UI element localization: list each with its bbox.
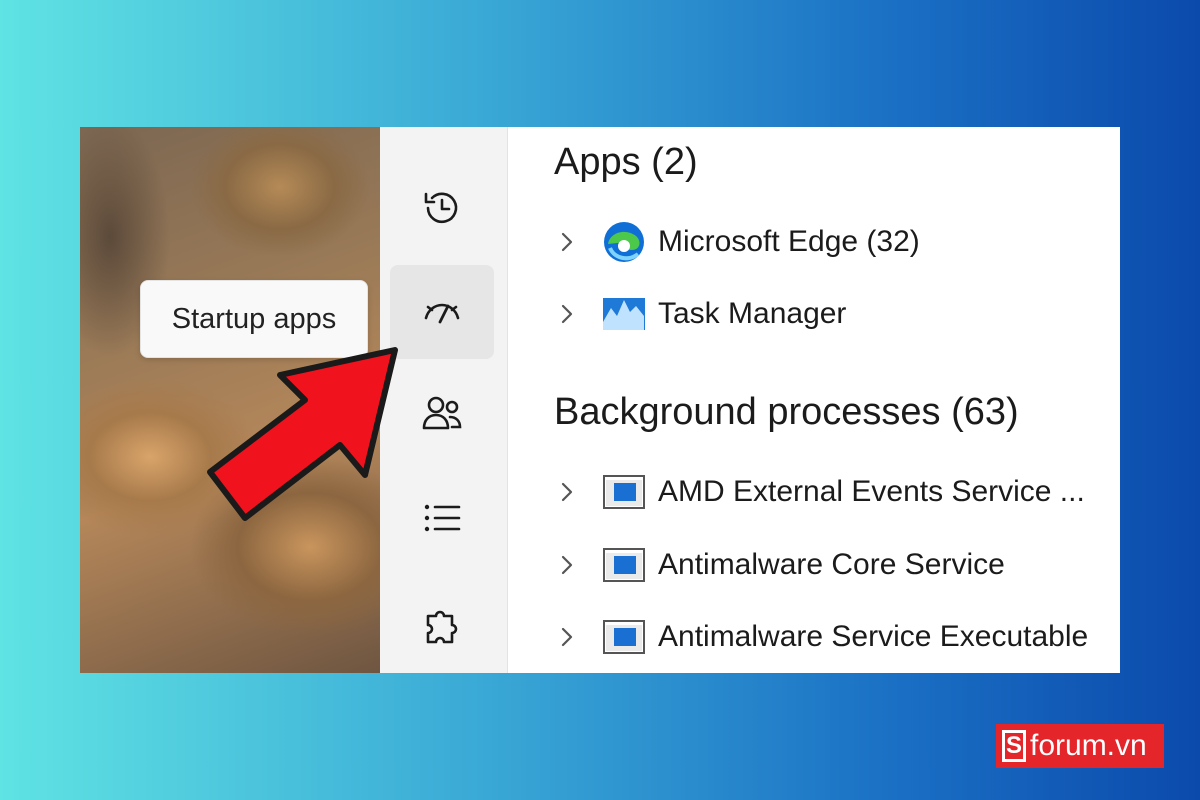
sforum-logo-mark: S [1002, 730, 1026, 762]
service-window-icon [603, 620, 645, 654]
history-icon [424, 192, 458, 224]
process-row-antimalware-core[interactable]: Antimalware Core Service [554, 535, 1005, 595]
red-arrow-annotation [207, 347, 398, 521]
process-label: Task Manager [658, 297, 847, 330]
background-section-title: Background processes (63) [554, 391, 1019, 433]
sidebar-item-services[interactable] [390, 579, 494, 673]
chevron-right-icon[interactable] [554, 301, 580, 327]
list-icon [424, 504, 461, 532]
chevron-right-icon[interactable] [554, 552, 580, 578]
process-label: Antimalware Core Service [658, 548, 1005, 581]
process-row-task-manager[interactable]: Task Manager [554, 284, 846, 344]
chevron-right-icon[interactable] [554, 229, 580, 255]
process-row-amd[interactable]: AMD External Events Service ... [554, 462, 1085, 522]
service-window-icon [603, 475, 645, 509]
processes-panel: Apps (2) Microsoft Edge (32) Task Manage… [508, 127, 1120, 673]
process-label: Microsoft Edge (32) [658, 225, 920, 258]
process-row-antimalware-exec[interactable]: Antimalware Service Executable [554, 607, 1088, 667]
puzzle-icon [426, 610, 458, 644]
chevron-right-icon[interactable] [554, 479, 580, 505]
users-icon [422, 396, 462, 430]
sforum-logo: S forum.vn [996, 724, 1164, 768]
process-label: AMD External Events Service ... [658, 475, 1085, 508]
chevron-right-icon[interactable] [554, 624, 580, 650]
task-manager-icon [603, 298, 645, 330]
apps-section-title: Apps (2) [554, 141, 698, 183]
sidebar-item-app-history[interactable] [390, 161, 494, 255]
process-row-edge[interactable]: Microsoft Edge (32) [554, 212, 920, 272]
process-label: Antimalware Service Executable [658, 620, 1089, 653]
edge-icon [604, 222, 644, 262]
speedometer-icon [424, 303, 460, 324]
sforum-logo-text: forum.vn [1030, 729, 1147, 762]
service-window-icon [603, 548, 645, 582]
